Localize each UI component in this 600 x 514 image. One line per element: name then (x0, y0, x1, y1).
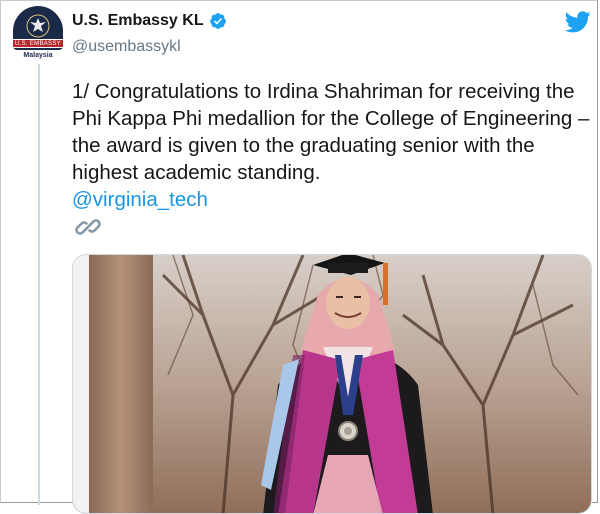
link-icon[interactable] (74, 213, 102, 241)
tweet-body: 1/ Congratulations to Irdina Shahriman f… (72, 78, 592, 213)
account-name[interactable]: U.S. Embassy KL (72, 12, 204, 30)
avatar[interactable]: U.S. EMBASSY Malaysia (10, 6, 66, 66)
account-handle[interactable]: @usembassykl (72, 38, 181, 56)
thread-line (38, 64, 40, 505)
account-name-row[interactable]: U.S. Embassy KL (72, 12, 227, 30)
mention-link[interactable]: @virginia_tech (72, 188, 208, 211)
twitter-bird-icon[interactable] (565, 11, 591, 33)
eagle-seal-icon (26, 14, 50, 38)
tweet-text: 1/ Congratulations to Irdina Shahriman f… (72, 80, 590, 184)
avatar-ribbon: U.S. EMBASSY (12, 39, 64, 48)
tweet-photo[interactable] (72, 254, 592, 514)
avatar-country: Malaysia (23, 52, 53, 59)
graduate-photo (73, 255, 591, 513)
verified-badge-icon (209, 13, 226, 29)
